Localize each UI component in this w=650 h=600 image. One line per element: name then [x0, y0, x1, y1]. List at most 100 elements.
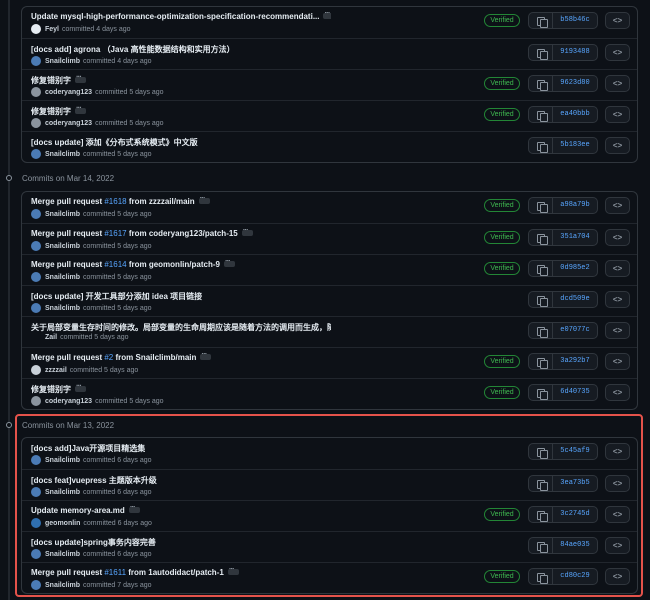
expand-message-button[interactable] [200, 353, 212, 360]
commit-sha-button[interactable]: ea40bbb [553, 106, 598, 123]
commit-message[interactable]: Merge pull request [31, 229, 104, 238]
copy-icon[interactable] [528, 384, 553, 401]
avatar[interactable] [31, 118, 41, 128]
avatar[interactable] [31, 365, 41, 375]
pull-request-link[interactable]: #1614 [104, 260, 126, 269]
browse-repo-button[interactable]: <> [605, 353, 630, 370]
copy-icon[interactable] [528, 353, 553, 370]
verified-badge[interactable]: Verified [484, 262, 520, 275]
commit-author[interactable]: Snailclimb [45, 58, 80, 65]
browse-repo-button[interactable]: <> [605, 322, 630, 339]
copy-icon[interactable] [528, 44, 553, 61]
commit-sha-button[interactable]: dcd509e [553, 291, 598, 308]
commit-message[interactable]: Merge pull request [31, 353, 104, 362]
commit-sha-button[interactable]: 351a704 [553, 229, 598, 246]
copy-icon[interactable] [528, 197, 553, 214]
commit-author[interactable]: coderyang123 [45, 398, 92, 405]
browse-repo-button[interactable]: <> [605, 75, 630, 92]
copy-icon[interactable] [528, 322, 553, 339]
commit-author[interactable]: Snailclimb [45, 211, 80, 218]
commit-title[interactable]: Update mysql-high-performance-optimizati… [31, 12, 331, 21]
browse-repo-button[interactable]: <> [605, 229, 630, 246]
avatar[interactable] [31, 56, 41, 66]
commit-sha-button[interactable]: a98a79b [553, 197, 598, 214]
commit-author[interactable]: Snailclimb [45, 305, 80, 312]
commit-title[interactable]: Merge pull request #1614 from geomonlin/… [31, 260, 235, 269]
commit-message[interactable]: [docs add] agrona （Java 高性能数据结构和实用方法） [31, 45, 235, 54]
browse-repo-button[interactable]: <> [605, 291, 630, 308]
commit-sha-button[interactable]: b58b46c [553, 12, 598, 29]
avatar[interactable] [31, 303, 41, 313]
verified-badge[interactable]: Verified [484, 231, 520, 244]
expand-message-button[interactable] [223, 260, 235, 267]
commit-message[interactable]: 修复错别字 [31, 385, 71, 394]
expand-message-button[interactable] [198, 197, 210, 204]
commit-title[interactable]: Merge pull request #1617 from coderyang1… [31, 229, 253, 238]
expand-message-button[interactable] [75, 384, 86, 392]
copy-icon[interactable] [528, 137, 553, 154]
expand-message-button[interactable] [75, 106, 86, 114]
expand-message-button[interactable] [241, 229, 253, 236]
copy-icon[interactable] [528, 229, 553, 246]
commit-author[interactable]: zzzzail [45, 367, 67, 374]
commit-title[interactable]: [docs update] 开发工具部分添加 idea 项目链接 [31, 291, 202, 302]
avatar[interactable] [31, 149, 41, 159]
commit-title[interactable]: [docs add] agrona （Java 高性能数据结构和实用方法） [31, 44, 235, 55]
avatar[interactable] [31, 209, 41, 219]
commit-title[interactable]: Merge pull request #2 from Snailclimb/ma… [31, 353, 212, 362]
commit-message[interactable]: 修复错别字 [31, 76, 71, 85]
verified-badge[interactable]: Verified [484, 77, 520, 90]
verified-badge[interactable]: Verified [484, 386, 520, 399]
commit-sha-button[interactable]: 6d40735 [553, 384, 598, 401]
expand-message-button[interactable] [75, 75, 86, 83]
commit-message-suffix[interactable]: from geomonlin/patch-9 [127, 260, 220, 269]
commit-sha-button[interactable]: 9623d80 [553, 75, 598, 92]
commit-author[interactable]: coderyang123 [45, 89, 92, 96]
commit-title[interactable]: 修复错别字 [31, 384, 86, 395]
commit-message[interactable]: 关于局部变量生存时间的修改。局部变量的生命周期应该是随着方法的调用而生成，随着方… [31, 323, 331, 332]
commit-message[interactable]: [docs update] 添加《分布式系统模式》中文版 [31, 138, 198, 147]
verified-badge[interactable]: Verified [484, 355, 520, 368]
commit-message-suffix[interactable]: from coderyang123/patch-15 [127, 229, 238, 238]
commit-sha-button[interactable]: 5b183ee [553, 137, 598, 154]
commit-message[interactable]: Merge pull request [31, 197, 104, 206]
commit-sha-button[interactable]: 3a292b7 [553, 353, 598, 370]
verified-badge[interactable]: Verified [484, 14, 520, 27]
browse-repo-button[interactable]: <> [605, 12, 630, 29]
verified-badge[interactable]: Verified [484, 199, 520, 212]
avatar[interactable] [31, 241, 41, 251]
pull-request-link[interactable]: #2 [104, 353, 113, 362]
commit-title[interactable]: 修复错别字 [31, 75, 86, 86]
avatar[interactable] [31, 396, 41, 406]
browse-repo-button[interactable]: <> [605, 137, 630, 154]
copy-icon[interactable] [528, 291, 553, 308]
verified-badge[interactable]: Verified [484, 108, 520, 121]
commit-sha-button[interactable]: 0d985e2 [553, 260, 598, 277]
commit-author[interactable]: Snailclimb [45, 151, 80, 158]
commit-author[interactable]: Zail [45, 334, 57, 341]
commit-author[interactable]: Feyl [45, 26, 59, 33]
copy-icon[interactable] [528, 260, 553, 277]
commit-message-suffix[interactable]: from zzzzail/main [127, 197, 195, 206]
browse-repo-button[interactable]: <> [605, 106, 630, 123]
commit-title[interactable]: Merge pull request #1618 from zzzzail/ma… [31, 197, 210, 206]
commit-title[interactable]: [docs update] 添加《分布式系统模式》中文版 [31, 137, 198, 148]
commit-author[interactable]: Snailclimb [45, 243, 80, 250]
expand-message-button[interactable] [323, 12, 331, 19]
pull-request-link[interactable]: #1617 [104, 229, 126, 238]
browse-repo-button[interactable]: <> [605, 197, 630, 214]
commit-author[interactable]: coderyang123 [45, 120, 92, 127]
browse-repo-button[interactable]: <> [605, 384, 630, 401]
commit-message-suffix[interactable]: from Snailclimb/main [113, 353, 196, 362]
copy-icon[interactable] [528, 106, 553, 123]
commit-message[interactable]: [docs update] 开发工具部分添加 idea 项目链接 [31, 292, 202, 301]
browse-repo-button[interactable]: <> [605, 44, 630, 61]
copy-icon[interactable] [528, 12, 553, 29]
avatar[interactable] [31, 87, 41, 97]
commit-title[interactable]: 修复错别字 [31, 106, 86, 117]
commit-sha-button[interactable]: e07077c [553, 322, 598, 339]
avatar[interactable] [31, 272, 41, 282]
copy-icon[interactable] [528, 75, 553, 92]
commit-message[interactable]: Update mysql-high-performance-optimizati… [31, 12, 319, 21]
browse-repo-button[interactable]: <> [605, 260, 630, 277]
